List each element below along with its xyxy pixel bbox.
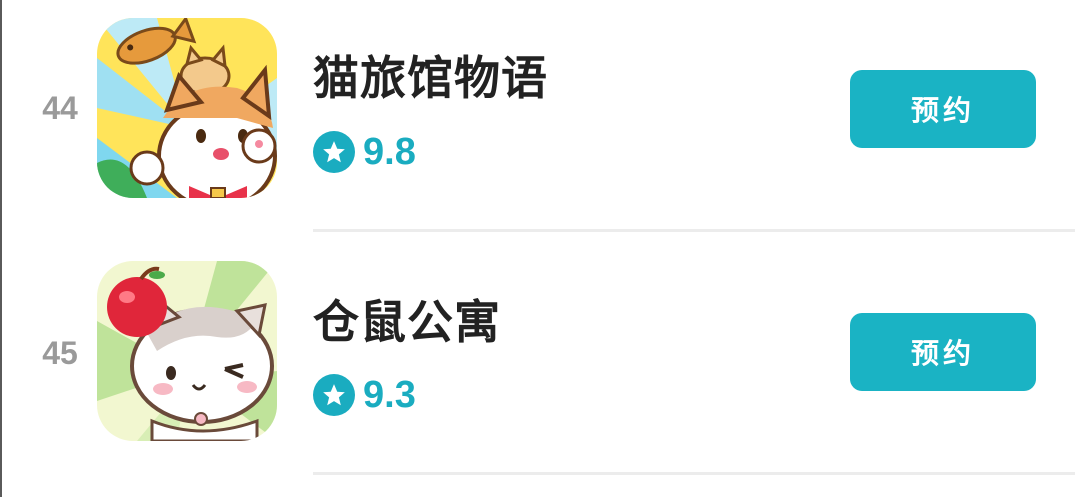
rank-number: 45 — [42, 335, 78, 371]
star-icon — [313, 374, 355, 416]
game-title[interactable]: 仓鼠公寓 — [313, 286, 501, 352]
cat-hotel-app-icon[interactable] — [97, 18, 277, 198]
game-title[interactable]: 猫旅馆物语 — [313, 42, 548, 108]
rating: 9.8 — [313, 130, 416, 174]
rating-score: 9.8 — [363, 130, 416, 173]
rank-number: 44 — [42, 90, 78, 126]
reserve-button[interactable]: 预约 — [850, 313, 1036, 391]
reserve-button[interactable]: 预约 — [850, 70, 1036, 148]
rating-score: 9.3 — [363, 373, 416, 416]
hamster-apartment-app-icon[interactable] — [97, 261, 277, 441]
list-item[interactable]: 44 猫旅馆物语 9.8 预约 — [0, 0, 1075, 243]
rating: 9.3 — [313, 373, 416, 417]
list-item[interactable]: 45 仓鼠公寓 9.3 预约 — [0, 243, 1075, 486]
divider — [313, 229, 1075, 232]
star-icon — [313, 131, 355, 173]
divider — [313, 472, 1075, 475]
